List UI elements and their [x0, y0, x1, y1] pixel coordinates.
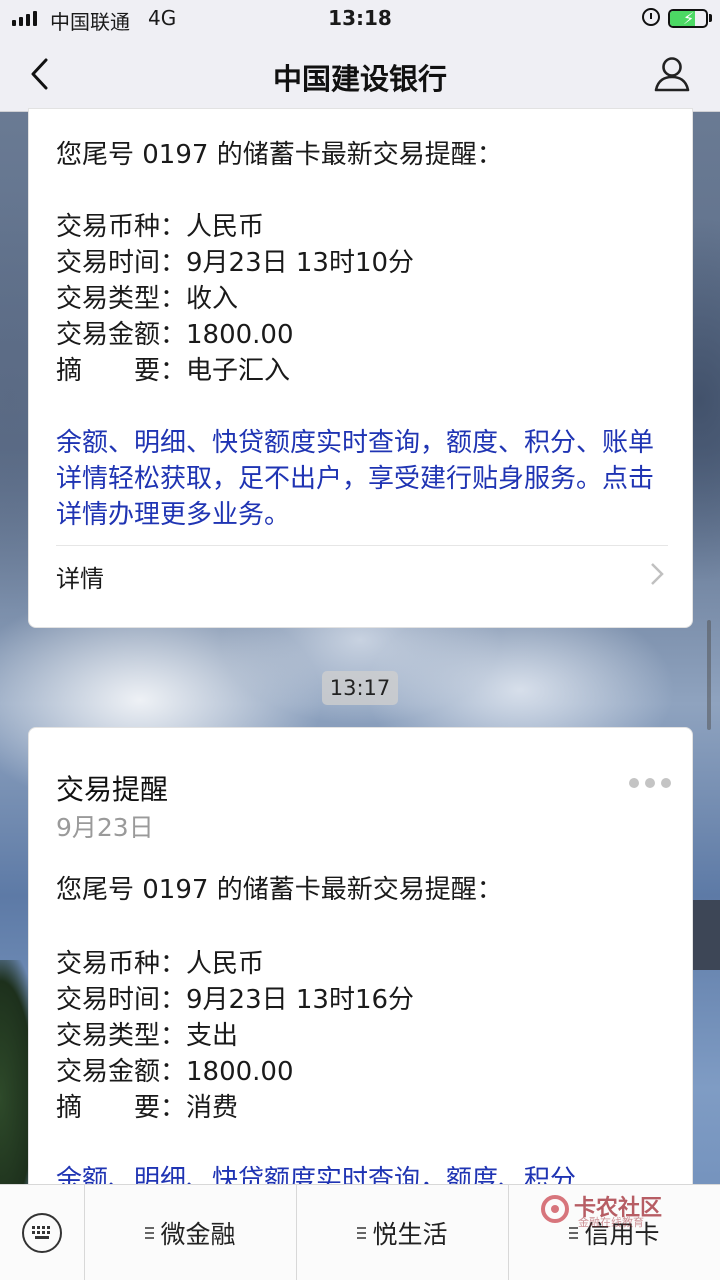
- time-line: 交易时间：9月23日 13时16分: [56, 985, 415, 1015]
- watermark-subtext: 金融在线教育: [578, 1216, 644, 1229]
- menu-item-label: 悦生活: [372, 1220, 448, 1249]
- amount-line: 交易金额：1800.00: [56, 1057, 294, 1087]
- watermark: 卡农社区 金融在线教育: [540, 1190, 670, 1230]
- menu-item-label: 微金融: [160, 1220, 236, 1249]
- watermark-logo-icon: [541, 1195, 569, 1223]
- user-icon: [654, 57, 690, 92]
- nav-bar: 中国建设银行: [0, 36, 720, 112]
- keyboard-toggle-button[interactable]: [0, 1185, 85, 1280]
- menu-lines-icon: [145, 1227, 155, 1239]
- currency-line: 交易币种：人民币: [56, 949, 265, 979]
- message-date: 9月23日: [56, 813, 154, 842]
- page-title: 中国建设银行: [272, 62, 447, 96]
- more-dot-icon: [629, 778, 639, 788]
- chat-timestamp: 13:17: [322, 671, 398, 705]
- profile-button[interactable]: [652, 54, 692, 94]
- promo-text[interactable]: 余额、明细、快贷额度实时查询，额度、积分、账单详情轻松获取，足不出户，享受建行贴…: [56, 425, 666, 533]
- message-card-income[interactable]: 您尾号 0197 的储蓄卡最新交易提醒： 交易币种：人民币 交易时间：9月23日…: [28, 108, 693, 628]
- scroll-indicator[interactable]: [707, 620, 711, 730]
- chevron-right-icon: [651, 563, 664, 585]
- summary-line: 摘 要：消费: [56, 1093, 239, 1123]
- type-line: 交易类型：支出: [56, 1021, 239, 1051]
- message-title: 交易提醒: [56, 773, 169, 806]
- more-dot-icon: [661, 778, 671, 788]
- battery-nub: [709, 14, 712, 22]
- menu-lines-icon: [357, 1227, 367, 1239]
- menu-item-yue-shenghuo[interactable]: 悦生活: [297, 1185, 509, 1280]
- message-intro: 您尾号 0197 的储蓄卡最新交易提醒：: [56, 875, 503, 905]
- more-options-button[interactable]: [629, 778, 671, 788]
- keyboard-icon: [22, 1213, 62, 1253]
- background-building: [690, 900, 720, 970]
- clock: 13:18: [328, 6, 392, 30]
- currency-line: 交易币种：人民币: [56, 212, 265, 242]
- menu-item-wei-jinrong[interactable]: 微金融: [85, 1185, 297, 1280]
- more-dot-icon: [645, 778, 655, 788]
- detail-link[interactable]: 详情: [56, 559, 104, 594]
- summary-line: 摘 要：电子汇入: [56, 356, 291, 386]
- divider: [56, 545, 668, 546]
- type-line: 交易类型：收入: [56, 284, 239, 314]
- alarm-icon: [642, 8, 660, 26]
- message-intro: 您尾号 0197 的储蓄卡最新交易提醒：: [56, 140, 503, 170]
- battery-icon: ⚡: [668, 9, 708, 28]
- status-bar: 中国联通 4G 13:18 ⚡: [0, 0, 720, 36]
- amount-line: 交易金额：1800.00: [56, 320, 294, 350]
- message-card-expense[interactable]: 交易提醒 9月23日 您尾号 0197 的储蓄卡最新交易提醒： 交易币种：人民币…: [28, 727, 693, 1197]
- time-line: 交易时间：9月23日 13时10分: [56, 248, 415, 278]
